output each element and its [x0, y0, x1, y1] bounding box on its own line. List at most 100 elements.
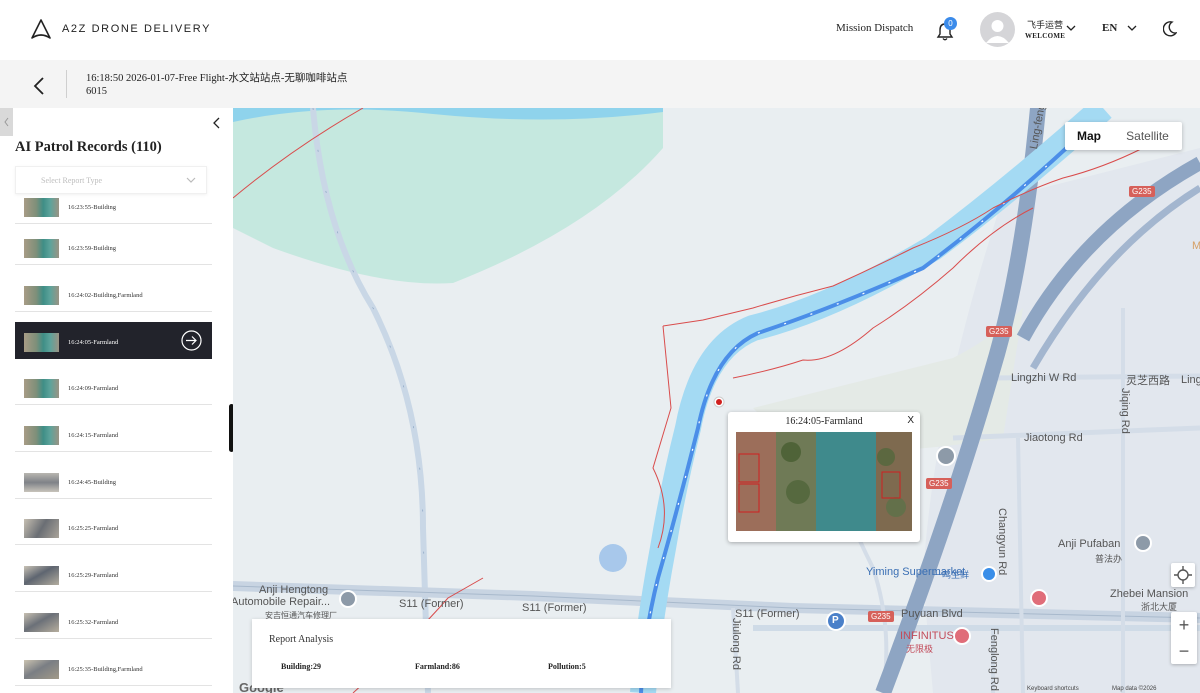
map-label: S11 (Former) [735, 608, 800, 620]
map-type-map-button[interactable]: Map [1065, 122, 1113, 150]
poi-marker[interactable] [936, 446, 956, 466]
notification-badge: 0 [944, 17, 957, 30]
keyboard-shortcuts-link[interactable]: Keyboard shortcuts [1027, 686, 1079, 692]
map-label: Automobile Repair... [233, 596, 331, 608]
record-thumbnail [24, 333, 59, 352]
map-type-satellite-button[interactable]: Satellite [1113, 122, 1182, 150]
brand-logo[interactable]: A2Z DRONE DELIVERY [30, 18, 211, 40]
record-thumbnail [24, 473, 59, 492]
user-name: 飞手运营 [1027, 20, 1064, 30]
map-type-toggle: Map Satellite [1065, 122, 1182, 150]
collapse-panel-icon[interactable] [210, 116, 222, 130]
notifications-button[interactable]: 0 [936, 17, 958, 41]
poi-marker[interactable] [1030, 589, 1048, 607]
record-thumbnail [24, 239, 59, 258]
language-selector[interactable]: EN [1102, 22, 1117, 34]
park-area [233, 108, 663, 284]
poi-marker[interactable] [1134, 534, 1152, 552]
record-label: 16:24:02-Building,Farmland [68, 292, 143, 299]
record-thumbnail [24, 613, 59, 632]
record-item[interactable]: 16:25:29-Farmland [15, 555, 212, 592]
record-label: 16:24:15-Farmland [68, 432, 119, 439]
highway-shield: G235 [926, 478, 952, 489]
record-item[interactable]: 16:23:55-Building [15, 198, 212, 224]
map-label: INFINITUS [900, 630, 954, 642]
record-thumbnail [24, 519, 59, 538]
stat-farmland: Farmland:86 [415, 662, 460, 671]
record-item[interactable]: 16:24:02-Building,Farmland [15, 275, 212, 312]
back-arrow-icon[interactable] [30, 75, 50, 97]
chevron-down-icon[interactable] [1127, 24, 1137, 32]
record-item[interactable]: 16:23:59-Building [15, 228, 212, 265]
record-item[interactable]: 16:25:35-Building,Farmland [15, 649, 212, 686]
zoom-in-button[interactable]: + [1171, 612, 1197, 638]
map-label: Jiqing Rd [1119, 388, 1131, 434]
record-label: 16:24:05-Farmland [68, 339, 119, 346]
map-label: Ling [1181, 374, 1200, 386]
record-item[interactable]: 16:25:25-Farmland [15, 508, 212, 545]
zoom-control: + − [1171, 612, 1197, 664]
dark-mode-icon[interactable] [1163, 21, 1177, 37]
report-analysis-card: Report Analysis Building:29 Farmland:86 … [252, 619, 671, 688]
flight-title: 16:18:50 2026-01-07-Free Flight-水文站站点-无聊… [86, 73, 348, 84]
map-label: Lingzhi W Rd [1011, 372, 1077, 384]
record-item[interactable]: 16:24:45-Building [15, 462, 212, 499]
records-list: 16:23:55-Building 16:23:59-Building 16:2… [15, 198, 212, 693]
report-type-placeholder: Select Report Type [41, 176, 103, 185]
avatar[interactable] [980, 12, 1015, 47]
aerial-photo-image [736, 432, 912, 531]
brand-name: A2Z DRONE DELIVERY [62, 23, 212, 35]
record-item[interactable]: 16:24:15-Farmland [15, 415, 212, 452]
record-label: 16:24:45-Building [68, 479, 117, 486]
report-title: Report Analysis [269, 634, 334, 645]
highway-shield: G235 [986, 326, 1012, 337]
top-bar: A2Z DRONE DELIVERY Mission Dispatch 0 飞手… [0, 0, 1200, 60]
poi-marker[interactable] [953, 627, 971, 645]
report-type-select[interactable]: Select Report Type [15, 166, 207, 194]
record-label: 16:24:09-Farmland [68, 385, 119, 392]
locate-button[interactable] [1171, 563, 1195, 587]
record-item[interactable]: 16:24:09-Farmland [15, 368, 212, 405]
map-label: Fenglong Rd [988, 628, 1000, 691]
record-popup: 16:24:05-Farmland X [728, 412, 920, 542]
record-thumbnail [24, 198, 59, 217]
divider [66, 70, 67, 98]
record-thumbnail [24, 426, 59, 445]
aerial-photo[interactable] [736, 432, 912, 531]
supermarket-marker[interactable] [981, 566, 997, 582]
stat-pollution: Pollution:5 [548, 662, 586, 671]
popup-title: 16:24:05-Farmland [785, 416, 863, 427]
flight-id: 6015 [86, 86, 107, 97]
arrow-right-circle-icon[interactable] [181, 330, 202, 351]
record-label: 16:23:55-Building [68, 204, 117, 211]
map-label: Jiaotong Rd [1024, 432, 1083, 444]
record-label: 16:23:59-Building [68, 245, 117, 252]
poi-cluster[interactable] [599, 544, 627, 572]
highway-shield: G235 [868, 611, 894, 622]
record-thumbnail [24, 660, 59, 679]
user-greeting: WELCOME [1025, 32, 1066, 40]
highway-shield: G235 [1129, 186, 1155, 197]
map-label: M [1192, 240, 1200, 252]
map-label: Zhebei Mansion [1110, 588, 1189, 600]
map-label: Anji Pufaban [1058, 538, 1121, 550]
zoom-out-button[interactable]: − [1171, 638, 1197, 664]
map-label: 无限极 [906, 644, 934, 654]
mission-dispatch-link[interactable]: Mission Dispatch [836, 22, 913, 34]
poi-marker[interactable] [339, 590, 357, 608]
parking-label: P [832, 615, 839, 626]
map-label: Anji Hengtong [259, 584, 329, 596]
popup-close-button[interactable]: X [907, 415, 914, 426]
flight-header: 16:18:50 2026-01-07-Free Flight-水文站站点-无聊… [0, 60, 1200, 108]
record-label: 16:25:35-Building,Farmland [68, 666, 143, 673]
map-label: S11 (Former) [399, 598, 464, 610]
record-item-selected[interactable]: 16:24:05-Farmland [15, 322, 212, 359]
map-view[interactable]: Lingzhi W Rd 灵芝西路 Jiaotong Rd Ling-feng … [233, 108, 1200, 693]
record-thumbnail [24, 566, 59, 585]
map-canvas [233, 108, 1200, 693]
chevron-down-icon[interactable] [1066, 24, 1076, 32]
map-label: Jiulong Rd [730, 618, 742, 670]
panel-edge-toggle[interactable] [0, 108, 13, 136]
record-item[interactable]: 16:25:32-Farmland [15, 602, 212, 639]
record-thumbnail [24, 379, 59, 398]
